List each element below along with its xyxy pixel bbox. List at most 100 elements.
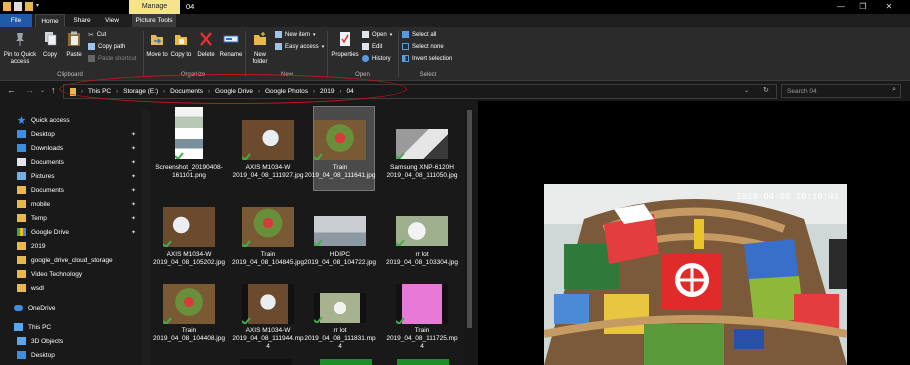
sidebar-item-desktop-pc[interactable]: Desktop bbox=[0, 348, 140, 362]
close-button[interactable]: ✕ bbox=[879, 0, 899, 14]
new-folder-icon[interactable] bbox=[25, 2, 33, 11]
cut-button[interactable]: ✂ Cut bbox=[88, 31, 106, 39]
tab-view[interactable]: View bbox=[102, 14, 122, 27]
easy-access-icon bbox=[275, 43, 282, 50]
invert-selection-button[interactable]: Invert selection bbox=[402, 55, 452, 62]
file-thumbnail bbox=[396, 129, 448, 159]
dropdown-icon[interactable]: ▾ bbox=[36, 2, 42, 11]
window-title: 04 bbox=[186, 2, 195, 11]
sidebar-item-2019[interactable]: 2019 bbox=[0, 239, 140, 253]
move-to-button[interactable]: Move to bbox=[146, 31, 168, 59]
edit-button[interactable]: Edit bbox=[362, 43, 382, 50]
title-bar: ▾ Manage 04 — ❐ ✕ bbox=[0, 0, 910, 14]
copy-to-icon bbox=[175, 35, 187, 45]
sidebar-item-wsdl[interactable]: wsdl bbox=[0, 281, 140, 295]
easy-access-button[interactable]: Easy access ▾ bbox=[275, 43, 324, 50]
pin-to-quick-access-button[interactable]: Pin to Quick access bbox=[2, 31, 38, 66]
file-thumbnail-partial bbox=[240, 359, 292, 365]
recent-locations-icon[interactable]: ⌄ bbox=[40, 87, 45, 94]
onedrive-icon bbox=[14, 305, 23, 311]
file-thumbnail bbox=[175, 107, 203, 159]
search-box[interactable]: ⌕ bbox=[781, 84, 901, 98]
pin-icon: ✦ bbox=[131, 145, 137, 152]
paste-shortcut-button[interactable]: Paste shortcut bbox=[88, 55, 136, 62]
up-arrow-icon[interactable]: ↑ bbox=[51, 85, 56, 95]
3d-objects-icon bbox=[17, 337, 26, 345]
open-icon bbox=[362, 31, 369, 38]
sidebar-item-google-drive[interactable]: Google Drive ✦ bbox=[0, 225, 140, 239]
sync-check-icon bbox=[242, 153, 251, 160]
minimize-button[interactable]: — bbox=[831, 0, 851, 14]
tab-home[interactable]: Home bbox=[35, 14, 65, 27]
refresh-icon[interactable]: ↻ bbox=[763, 86, 769, 94]
properties-icon[interactable] bbox=[14, 2, 22, 11]
sidebar-item-onedrive[interactable]: OneDrive bbox=[0, 301, 140, 315]
sidebar-item-downloads[interactable]: Downloads ✦ bbox=[0, 141, 140, 155]
pin-icon: ✦ bbox=[131, 187, 137, 194]
delete-button[interactable]: Delete bbox=[195, 31, 217, 59]
folder-icon bbox=[17, 130, 26, 138]
paste-button[interactable]: Paste bbox=[63, 31, 85, 59]
pin-icon bbox=[16, 33, 24, 46]
pin-icon: ✦ bbox=[131, 229, 137, 236]
sync-check-icon bbox=[242, 240, 251, 247]
select-none-button[interactable]: Select none bbox=[402, 43, 444, 50]
dropdown-icon: ▾ bbox=[321, 43, 325, 50]
copy-path-button[interactable]: Copy path bbox=[88, 43, 125, 50]
camera-timestamp: 2019-04-08 10:16:41 bbox=[736, 192, 839, 202]
sidebar-item-mobile[interactable]: mobile ✦ bbox=[0, 197, 140, 211]
sync-check-icon bbox=[163, 240, 172, 247]
folder-icon bbox=[17, 172, 26, 180]
address-dropdown-icon[interactable]: ⌄ bbox=[744, 87, 749, 94]
open-button[interactable]: Open ▾ bbox=[362, 31, 392, 38]
file-name: Samsung XNP-6120H 2019_04_08_111050.jpg bbox=[386, 164, 458, 179]
star-icon bbox=[17, 116, 26, 124]
forward-arrow-icon[interactable]: → bbox=[25, 85, 34, 95]
select-group-label: Select bbox=[419, 72, 437, 78]
scrollbar-thumb[interactable] bbox=[467, 110, 472, 328]
dropdown-icon: ▾ bbox=[389, 31, 393, 38]
sidebar-item-documents[interactable]: Documents ✦ bbox=[0, 155, 140, 169]
new-folder-button[interactable]: New folder bbox=[248, 31, 272, 66]
sync-check-icon bbox=[242, 317, 251, 324]
navigation-scrollbar[interactable] bbox=[141, 110, 150, 365]
download-icon bbox=[17, 144, 26, 152]
sidebar-item-quick-access[interactable]: Quick access bbox=[0, 113, 140, 127]
sidebar-item-this-pc[interactable]: This PC bbox=[0, 320, 140, 334]
sidebar-item-google-drive-cloud-storage[interactable]: google_drive_cloud_storage bbox=[0, 253, 140, 267]
dropdown-icon: ▾ bbox=[313, 31, 316, 38]
sync-check-icon bbox=[314, 239, 323, 246]
rename-button[interactable]: Rename bbox=[219, 31, 243, 59]
new-item-button[interactable]: New item ▾ bbox=[275, 31, 316, 38]
sidebar-item-video-technology[interactable]: Video Technology bbox=[0, 267, 140, 281]
history-icon bbox=[362, 55, 369, 62]
copy-path-icon bbox=[88, 43, 95, 50]
file-thumbnail bbox=[314, 120, 366, 160]
maximize-button[interactable]: ❐ bbox=[853, 0, 873, 14]
highlight-ellipse bbox=[59, 74, 407, 104]
select-all-button[interactable]: Select all bbox=[402, 31, 436, 38]
sidebar-item-desktop[interactable]: Desktop ✦ bbox=[0, 127, 140, 141]
history-button[interactable]: History bbox=[362, 55, 391, 62]
file-name: rr lot 2019_04_08_111831.mp4 bbox=[304, 327, 376, 350]
file-list-scrollbar[interactable] bbox=[465, 108, 474, 365]
google-drive-icon bbox=[17, 228, 26, 236]
properties-button[interactable]: Properties bbox=[330, 31, 360, 59]
tab-file[interactable]: File bbox=[0, 14, 32, 27]
tab-picture-tools[interactable]: Picture Tools bbox=[132, 14, 176, 27]
search-input[interactable] bbox=[782, 85, 882, 97]
tab-share[interactable]: Share bbox=[70, 14, 94, 27]
sidebar-item-temp[interactable]: Temp ✦ bbox=[0, 211, 140, 225]
sidebar-item-documents-2[interactable]: Documents ✦ bbox=[0, 183, 140, 197]
copy-button[interactable]: Copy bbox=[40, 31, 60, 59]
edit-icon bbox=[362, 43, 369, 50]
back-arrow-icon[interactable]: ← bbox=[7, 85, 16, 95]
folder-icon[interactable] bbox=[3, 2, 11, 11]
folder-icon bbox=[17, 256, 26, 264]
ribbon-separator bbox=[398, 31, 399, 77]
sidebar-item-pictures[interactable]: Pictures ✦ bbox=[0, 169, 140, 183]
copy-to-button[interactable]: Copy to bbox=[170, 31, 192, 59]
ribbon: Pin to Quick access Copy Paste ✂ Cut Copy… bbox=[0, 27, 910, 81]
sidebar-item-3d-objects[interactable]: 3D Objects bbox=[0, 334, 140, 348]
manage-tab[interactable]: Manage bbox=[129, 0, 180, 14]
